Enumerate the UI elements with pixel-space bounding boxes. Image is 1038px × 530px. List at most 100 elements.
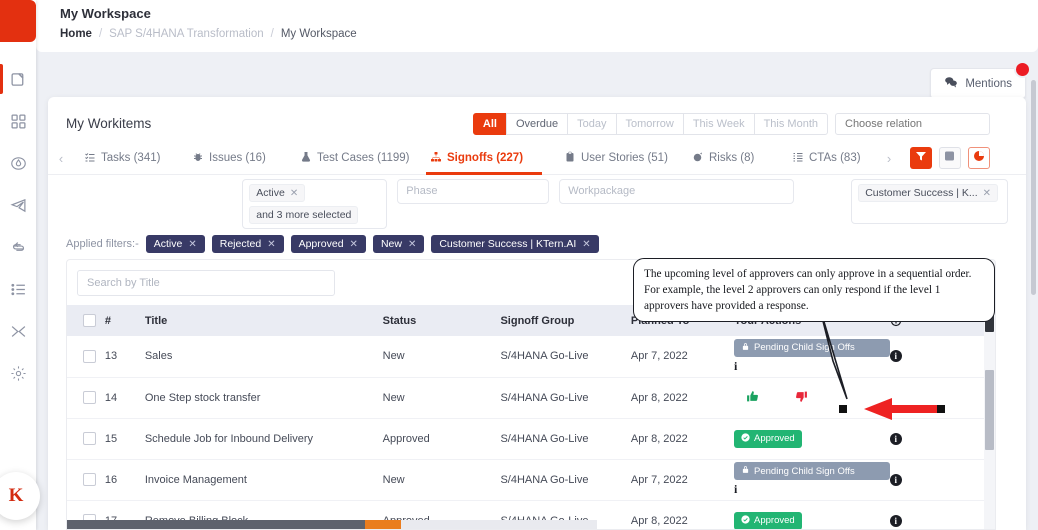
sidebar-item-settings[interactable] [0,352,36,394]
range-filter-overdue[interactable]: Overdue [505,113,569,135]
row-select-cell [67,336,105,378]
remove-chip-icon[interactable]: ✕ [408,239,416,250]
sidebar-item-flows[interactable] [0,310,36,352]
row-title[interactable]: Invoice Management [144,459,383,501]
row-signoff-group: S/4HANA Go-Live [500,459,631,501]
status-badge[interactable]: Approved [734,511,802,529]
tab-tasks[interactable]: Tasks (341) [80,142,188,175]
filter-button[interactable] [910,147,932,169]
edit-button[interactable] [939,147,961,169]
tab-signoffs[interactable]: Signoffs (227) [426,142,542,175]
tabs-next-button[interactable]: › [876,151,902,166]
applied-filter-chip[interactable]: New ✕ [372,235,425,253]
remove-chip-icon[interactable]: ✕ [350,239,358,250]
thumbs-down-icon[interactable] [795,390,808,406]
customer-filter-tag[interactable]: Customer Success | K... ✕ [858,184,999,202]
remove-tag-icon[interactable]: ✕ [290,188,298,199]
sidebar-item-send[interactable] [0,184,36,226]
row-title[interactable]: Schedule Job for Inbound Delivery [144,418,383,460]
tab-risks[interactable]: Risks (8) [688,142,788,175]
row-title[interactable]: One Step stock transfer [144,377,383,419]
applied-filter-chip[interactable]: Active ✕ [145,235,205,253]
range-filter-all[interactable]: All [472,113,507,135]
sidebar-item-dashboard[interactable] [0,100,36,142]
check-circle-icon [741,432,750,445]
thumbs-up-icon[interactable] [746,390,759,406]
status-badge[interactable]: Pending Child Sign Offs [734,338,890,357]
sidebar-item-workspace[interactable] [0,58,36,100]
row-title[interactable]: Sales [144,336,383,378]
sidebar-item-lists[interactable] [0,268,36,310]
app-logo[interactable] [0,0,36,42]
tab-user-stories[interactable]: User Stories (51) [560,142,688,175]
chart-button[interactable] [968,147,990,169]
status-filter-field[interactable]: Active ✕ and 3 more selected [242,179,388,229]
workpackage-filter-field[interactable]: Workpackage [559,179,795,204]
brand-badge[interactable]: K [0,472,40,520]
search-input[interactable] [77,270,335,296]
range-filter-today[interactable]: Today [567,113,617,135]
column-header-status[interactable]: Status [383,305,501,336]
relation-input[interactable] [835,113,990,135]
remove-chip-icon[interactable]: ✕ [582,239,590,250]
table-row[interactable]: 16 Invoice Management New S/4HANA Go-Liv… [67,459,995,501]
info-circle-icon[interactable]: i [889,514,902,527]
page-scrollbar[interactable] [1031,80,1036,295]
info-circle-icon[interactable]: i [889,473,902,486]
range-filter-this-month[interactable]: This Month [753,113,828,135]
pie-chart-icon [973,149,985,167]
mentions-button[interactable]: Mentions [930,68,1026,99]
tab-issues[interactable]: Issues (16) [188,142,296,175]
sidebar-item-sync[interactable] [0,226,36,268]
row-checkbox[interactable] [83,473,96,486]
lock-icon [741,465,750,477]
info-note-icon[interactable]: i [734,482,890,497]
grid-icon [10,113,27,130]
remove-tag-icon[interactable]: ✕ [983,188,991,199]
sidebar-item-insights[interactable] [0,142,36,184]
row-signoff-group: S/4HANA Go-Live [500,377,631,419]
row-info-cell: i [889,459,995,501]
applied-filter-chip[interactable]: Rejected ✕ [211,235,284,253]
breadcrumb-home[interactable]: Home [60,28,92,40]
status-badge[interactable]: Pending Child Sign Offs [734,462,890,480]
table-row[interactable]: 15 Schedule Job for Inbound Delivery App… [67,418,995,460]
row-checkbox[interactable] [83,349,96,363]
info-note-icon[interactable]: i [734,359,890,374]
row-planned-to: Apr 7, 2022 [630,459,735,501]
range-filter-tomorrow[interactable]: Tomorrow [615,113,684,135]
brand-letter: K [8,485,24,506]
row-checkbox[interactable] [83,432,96,445]
clipboard-icon [564,151,576,166]
tab-test-cases[interactable]: Test Cases (1199) [296,142,426,175]
action-stack: Pending Child Sign Offs i [734,338,890,374]
select-all-checkbox[interactable] [83,314,96,327]
status-badge[interactable]: Approved [734,429,802,448]
remove-chip-icon[interactable]: ✕ [188,239,196,250]
tab-ctas[interactable]: CTAs (83) [788,142,876,175]
breadcrumb-project[interactable]: SAP S/4HANA Transformation [109,28,263,40]
shuffle-icon [10,323,27,340]
column-header-title[interactable]: Title [145,305,383,336]
select-all-header [67,305,105,336]
info-circle-icon[interactable]: i [889,432,902,445]
applied-filter-chip[interactable]: Approved ✕ [290,235,366,253]
action-stack: Pending Child Sign Offs i [734,462,890,497]
tabs-prev-button[interactable]: ‹ [48,151,74,166]
hscrollbar-thumb[interactable] [67,520,365,529]
customer-filter-field[interactable]: Customer Success | K... ✕ [851,179,1008,224]
row-checkbox[interactable] [83,391,96,404]
info-circle-icon[interactable]: i [889,350,902,363]
column-header-signoff-group[interactable]: Signoff Group [500,305,630,336]
range-filter-this-week[interactable]: This Week [682,113,755,135]
row-signoff-group: S/4HANA Go-Live [500,418,631,460]
remove-chip-icon[interactable]: ✕ [267,239,275,250]
table-horizontal-scrollbar[interactable] [67,520,597,529]
status-filter-tag[interactable]: Active ✕ [249,184,306,202]
row-status: Approved [382,418,501,460]
scrollbar-thumb[interactable] [985,370,994,450]
phase-filter-field[interactable]: Phase [397,179,550,204]
column-header-number[interactable]: # [105,305,145,336]
status-filter-more[interactable]: and 3 more selected [249,206,359,224]
applied-filter-chip[interactable]: Customer Success | KTern.AI ✕ [431,235,599,253]
